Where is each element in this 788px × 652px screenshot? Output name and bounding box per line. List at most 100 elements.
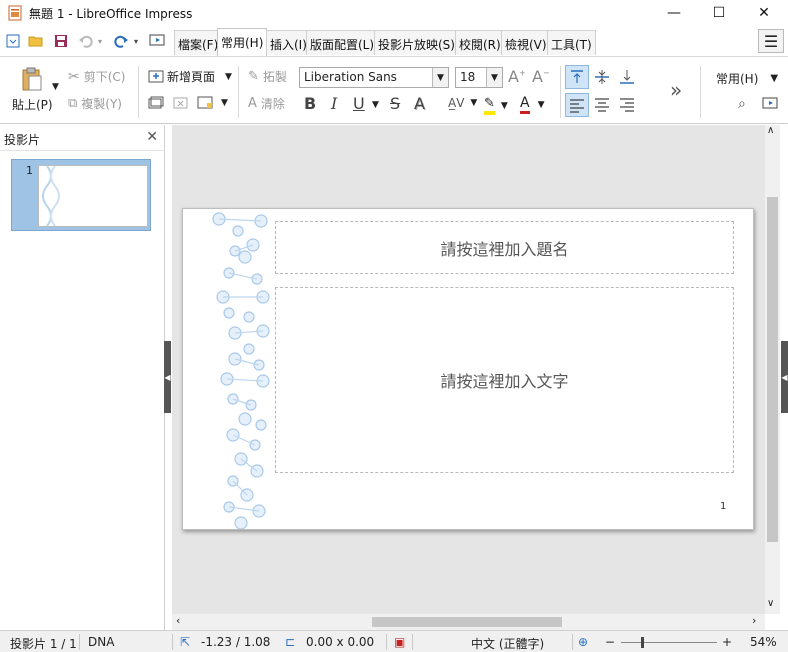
save-button[interactable] (51, 31, 71, 51)
bold-button[interactable]: B (304, 94, 316, 113)
delete-slide-icon (173, 97, 188, 109)
menu-button[interactable]: ☰ (758, 29, 784, 53)
grow-font-icon: A+ (508, 67, 526, 86)
maximize-button[interactable]: ☐ (697, 0, 741, 26)
tab-file[interactable]: 檔案(F) (174, 30, 223, 55)
close-window-button[interactable]: ✕ (742, 0, 786, 26)
copy-button[interactable]: ⧉ 複製(Y) (68, 95, 122, 112)
scroll-down-icon[interactable]: ∨ (767, 598, 774, 609)
tab-home[interactable]: 常用(H) (217, 28, 268, 56)
zoom-out-button[interactable]: − (605, 635, 615, 649)
redo-button[interactable] (111, 31, 131, 51)
more-options-button[interactable]: » (670, 78, 682, 102)
horizontal-scrollbar[interactable]: ‹ › (172, 614, 765, 630)
new-page-button[interactable]: 新增頁面 ▼ (148, 68, 232, 85)
ribbon-toolbar: ▼ 貼上(P) ✂ 剪下(C) ⧉ 複製(Y) 新增頁面 ▼ ▼ ✎ 拓製 A … (0, 58, 788, 124)
object-size: 0.00 x 0.00 (306, 635, 375, 649)
redo-dropdown-icon[interactable]: ▾ (131, 31, 141, 51)
fit-slide-icon[interactable]: ⊕ (578, 635, 588, 649)
delete-slide-button[interactable] (173, 96, 189, 110)
style-label: 常用(H) (716, 72, 759, 86)
slide-thumbnail[interactable] (38, 165, 148, 227)
italic-button[interactable]: I (331, 94, 337, 113)
open-button[interactable] (26, 31, 46, 51)
duplicate-slide-button[interactable] (148, 96, 164, 110)
underline-dropdown-icon[interactable]: ▼ (372, 100, 379, 110)
zoom-slider[interactable] (621, 637, 717, 648)
align-top-button[interactable] (565, 65, 589, 89)
char-spacing-dropdown-icon: ▼ (470, 98, 478, 108)
cut-button[interactable]: ✂ 剪下(C) (68, 68, 125, 85)
font-name-combo[interactable]: Liberation Sans ▼ (299, 67, 449, 88)
grow-font-button[interactable]: A+ (508, 67, 526, 86)
close-panel-icon[interactable]: ✕ (146, 129, 158, 145)
collapse-right-sidebar-handle[interactable]: ◀ (781, 341, 788, 413)
tab-tools[interactable]: 工具(T) (547, 30, 596, 55)
status-separator (572, 634, 573, 650)
paste-label[interactable]: 貼上(P) (12, 96, 53, 113)
strikethrough-button[interactable]: S (390, 94, 400, 113)
vertical-scrollbar[interactable]: ∧ ∨ (765, 125, 780, 614)
vertical-scroll-thumb[interactable] (767, 197, 778, 542)
slides-panel-title: 投影片 (4, 133, 41, 147)
impress-app-icon (8, 5, 22, 21)
align-right-button[interactable] (618, 95, 636, 113)
slides-panel-header: 投影片 ✕ (0, 125, 165, 151)
font-size-dropdown-icon[interactable]: ▼ (486, 68, 502, 87)
font-size-combo[interactable]: 18 ▼ (455, 67, 503, 88)
slide-layout-button[interactable]: ▼ (197, 96, 228, 110)
font-color-icon: A (520, 95, 530, 114)
clear-label: 清除 (260, 97, 285, 111)
slide-thumbnail-selected[interactable]: 1 (11, 159, 151, 231)
text-language[interactable]: 中文 (正體字) (471, 635, 544, 652)
content-placeholder[interactable]: 請按這裡加入文字 (275, 287, 734, 473)
paste-button[interactable] (20, 66, 44, 92)
new-document-button[interactable] (3, 31, 23, 51)
font-name-dropdown-icon[interactable]: ▼ (432, 68, 448, 87)
scroll-left-icon[interactable]: ‹ (176, 614, 180, 627)
align-bottom-icon (620, 70, 634, 84)
scroll-right-icon[interactable]: › (752, 614, 756, 627)
find-replace-button[interactable]: ⌕ (738, 96, 746, 112)
character-spacing-button[interactable]: A̲V ▼ (448, 96, 477, 110)
tab-review[interactable]: 校閱(R) (455, 30, 505, 55)
slide-canvas[interactable]: 請按這裡加入題名 請按這裡加入文字 1 (182, 208, 754, 530)
tab-insert[interactable]: 插入(I) (266, 30, 311, 55)
clone-formatting-button[interactable]: ✎ 拓製 (248, 68, 287, 85)
clear-format-icon: A (248, 96, 257, 111)
tab-slideshow[interactable]: 投影片放映(S) (374, 30, 459, 55)
zoom-in-button[interactable]: + (722, 635, 732, 649)
paste-dropdown-icon[interactable]: ▼ (52, 82, 59, 92)
document-modified-icon[interactable]: ▣ (394, 635, 405, 649)
highlight-color-button[interactable]: ✎ ▼ (484, 96, 508, 115)
tab-layout[interactable]: 版面配置(L) (306, 30, 379, 55)
horizontal-scroll-thumb[interactable] (372, 617, 562, 627)
font-color-button[interactable]: A ▼ (520, 95, 545, 114)
master-slide-name[interactable]: DNA (88, 635, 114, 649)
highlighter-icon: ✎ (484, 96, 495, 115)
tab-view[interactable]: 檢視(V) (501, 30, 551, 55)
collapse-left-panel-handle[interactable]: ◀ (164, 341, 171, 413)
align-left-button[interactable] (565, 93, 589, 117)
tab-bar: ▾ ▾ 檔案(F) 常用(H) 插入(I) 版面配置(L) 投影片放映(S) 校… (0, 27, 788, 57)
underline-button[interactable]: U (353, 94, 365, 113)
shadow-button[interactable]: A (414, 94, 425, 113)
scroll-up-icon[interactable]: ∧ (767, 125, 774, 136)
align-middle-button[interactable] (593, 68, 611, 86)
start-slideshow-button[interactable] (148, 31, 168, 51)
title-placeholder[interactable]: 請按這裡加入題名 (275, 221, 734, 274)
title-bar: 無題 1 - LibreOffice Impress — ☐ ✕ (0, 0, 788, 26)
zoom-slider-thumb[interactable] (641, 637, 644, 648)
slide-show-from-current-button[interactable] (762, 96, 780, 112)
zoom-level[interactable]: 54% (750, 635, 777, 649)
shrink-font-button[interactable]: A− (532, 67, 550, 86)
clear-formatting-button[interactable]: A 清除 (248, 95, 285, 112)
hamburger-icon: ☰ (763, 31, 779, 51)
align-center-button[interactable] (593, 95, 611, 113)
undo-dropdown-icon[interactable]: ▾ (95, 31, 105, 51)
align-bottom-button[interactable] (618, 68, 636, 86)
undo-button[interactable] (76, 31, 96, 51)
brush-icon: ✎ (248, 69, 259, 84)
minimize-button[interactable]: — (652, 0, 696, 26)
style-selector[interactable]: 常用(H) ▼ (716, 70, 778, 87)
